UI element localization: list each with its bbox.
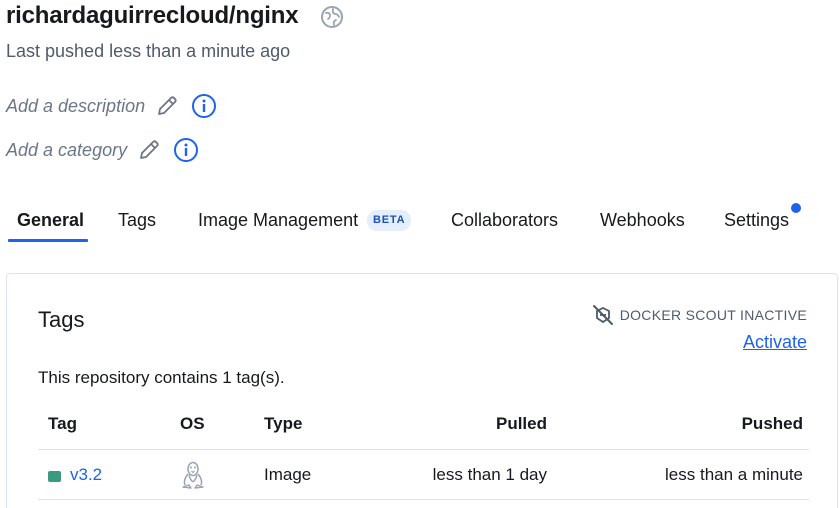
category-placeholder[interactable]: Add a category — [6, 140, 127, 161]
activate-scout-link[interactable]: Activate — [743, 332, 807, 353]
column-header-type: Type — [264, 414, 303, 433]
column-header-tag: Tag — [48, 414, 77, 433]
active-tab-indicator — [8, 239, 88, 242]
tab-webhooks[interactable]: Webhooks — [600, 210, 685, 231]
tag-pulled: less than 1 day — [432, 465, 547, 484]
tags-card: Tags DOCKER SCOUT INACTIVE Activate This… — [6, 273, 838, 508]
description-placeholder[interactable]: Add a description — [6, 96, 145, 117]
tag-status-indicator — [48, 471, 61, 482]
tag-count-text: This repository contains 1 tag(s). — [38, 368, 285, 387]
category-row: Add a category — [6, 136, 199, 164]
repo-title: richardaguirrecloud/nginx — [6, 2, 299, 29]
category-info-icon[interactable] — [173, 137, 199, 163]
tags-card-title: Tags — [38, 307, 85, 332]
description-info-icon[interactable] — [191, 93, 217, 119]
linux-tux-icon — [182, 461, 204, 489]
globe-public-icon — [321, 6, 343, 28]
tag-type: Image — [264, 465, 312, 484]
column-header-pushed: Pushed — [741, 414, 803, 433]
column-header-os: OS — [180, 414, 205, 433]
tab-tags[interactable]: Tags — [118, 210, 156, 231]
docker-scout-status-label: DOCKER SCOUT INACTIVE — [619, 307, 807, 323]
column-header-pulled: Pulled — [495, 414, 547, 433]
tag-pushed: less than a minute — [665, 465, 803, 484]
repo-tabs: General Tags Image Management Collaborat… — [0, 200, 840, 244]
description-row: Add a description — [6, 92, 217, 120]
table-row: v3.2 Image less than 1 day less than a m… — [38, 450, 809, 500]
tags-table-header: Tag OS Type Pulled Pushed — [38, 414, 809, 450]
beta-badge: BETA — [367, 210, 412, 231]
tab-image-management[interactable]: Image Management — [198, 210, 358, 231]
edit-category-pencil-icon[interactable] — [137, 138, 161, 162]
tab-settings[interactable]: Settings — [724, 210, 789, 231]
docker-scout-inactive-icon — [592, 305, 613, 325]
tag-link[interactable]: v3.2 — [70, 465, 102, 485]
last-pushed-text: Last pushed less than a minute ago — [6, 41, 291, 61]
tab-general[interactable]: General — [17, 210, 84, 231]
docker-scout-status: DOCKER SCOUT INACTIVE — [592, 304, 807, 326]
tab-collaborators[interactable]: Collaborators — [451, 210, 558, 231]
edit-description-pencil-icon[interactable] — [155, 94, 179, 118]
settings-notification-dot — [791, 203, 801, 213]
